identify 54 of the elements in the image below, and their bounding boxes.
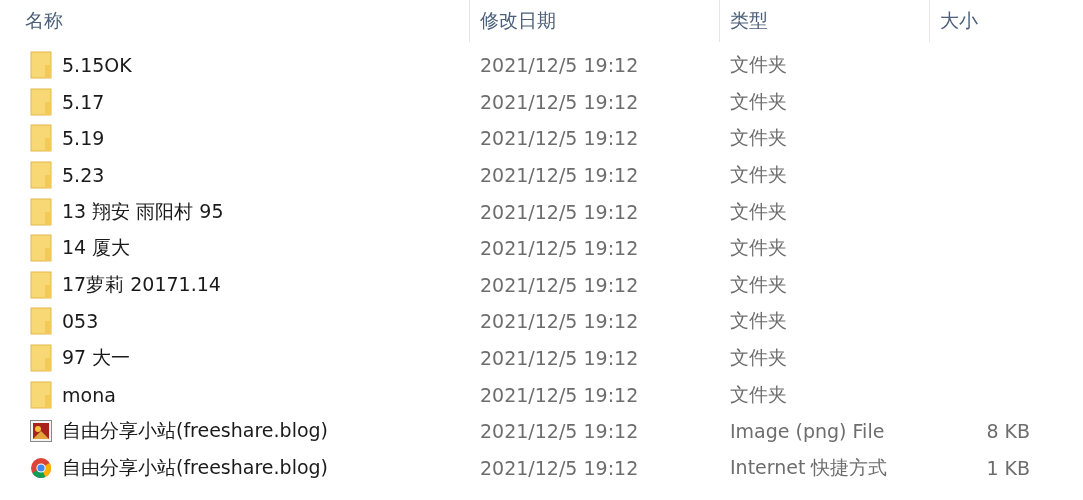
file-name: 自由分享小站(freeshare.blog)	[62, 418, 329, 444]
file-type: 文件夹	[729, 345, 787, 371]
folder-icon	[30, 270, 52, 299]
image-file-icon	[30, 420, 52, 443]
folder-icon	[30, 51, 52, 80]
column-header[interactable]: 类型	[720, 0, 930, 42]
file-type: 文件夹	[729, 381, 787, 407]
modified-date: 2021/12/5 19:12	[479, 420, 639, 443]
folder-icon	[30, 124, 52, 153]
modified-date: 2021/12/5 19:12	[479, 90, 639, 113]
file-type: 文件夹	[729, 125, 787, 151]
file-name: 97 大一	[62, 345, 131, 371]
folder-icon	[30, 234, 52, 263]
column-header[interactable]: 名称	[0, 0, 470, 42]
modified-date: 2021/12/5 19:12	[479, 273, 639, 296]
modified-date: 2021/12/5 19:12	[479, 54, 639, 77]
file-type: 文件夹	[729, 162, 787, 188]
file-name: 14 厦大	[62, 235, 131, 261]
file-name: 13 翔安 雨阳村 95	[62, 198, 224, 224]
folder-icon	[30, 161, 52, 190]
modified-date: 2021/12/5 19:12	[479, 127, 639, 150]
file-name: 17萝莉 20171.14	[62, 271, 221, 297]
file-type: 文件夹	[729, 198, 787, 224]
file-name: 5.17	[62, 90, 105, 113]
modified-date: 2021/12/5 19:12	[479, 456, 639, 479]
file-name: 自由分享小站(freeshare.blog)	[62, 454, 329, 480]
browser-icon	[30, 456, 52, 479]
modified-date: 2021/12/5 19:12	[479, 237, 639, 260]
file-type: 文件夹	[729, 308, 787, 334]
folder-icon	[30, 307, 52, 336]
file-name: 5.19	[62, 127, 105, 150]
file-type: Internet 快捷方式	[729, 454, 888, 480]
file-type: Image (png) File	[729, 420, 885, 443]
column-header[interactable]: 修改日期	[470, 0, 720, 42]
column-header[interactable]: 大小	[930, 0, 1055, 42]
folder-icon	[30, 87, 52, 116]
modified-date: 2021/12/5 19:12	[479, 383, 639, 406]
file-name: mona	[62, 383, 116, 406]
modified-date: 2021/12/5 19:12	[479, 310, 639, 333]
file-size: 8 KB	[985, 420, 1031, 443]
file-type: 文件夹	[729, 88, 787, 114]
file-name: 5.15OK	[62, 54, 132, 77]
modified-date: 2021/12/5 19:12	[479, 164, 639, 187]
file-type: 文件夹	[729, 235, 787, 261]
folder-icon	[30, 380, 52, 409]
file-type: 文件夹	[729, 52, 787, 78]
folder-icon	[30, 197, 52, 226]
file-name: 5.23	[62, 164, 105, 187]
modified-date: 2021/12/5 19:12	[479, 347, 639, 370]
file-type: 文件夹	[729, 271, 787, 297]
folder-icon	[30, 344, 52, 373]
modified-date: 2021/12/5 19:12	[479, 200, 639, 223]
file-name: 053	[62, 310, 99, 333]
file-size: 1 KB	[985, 456, 1031, 479]
